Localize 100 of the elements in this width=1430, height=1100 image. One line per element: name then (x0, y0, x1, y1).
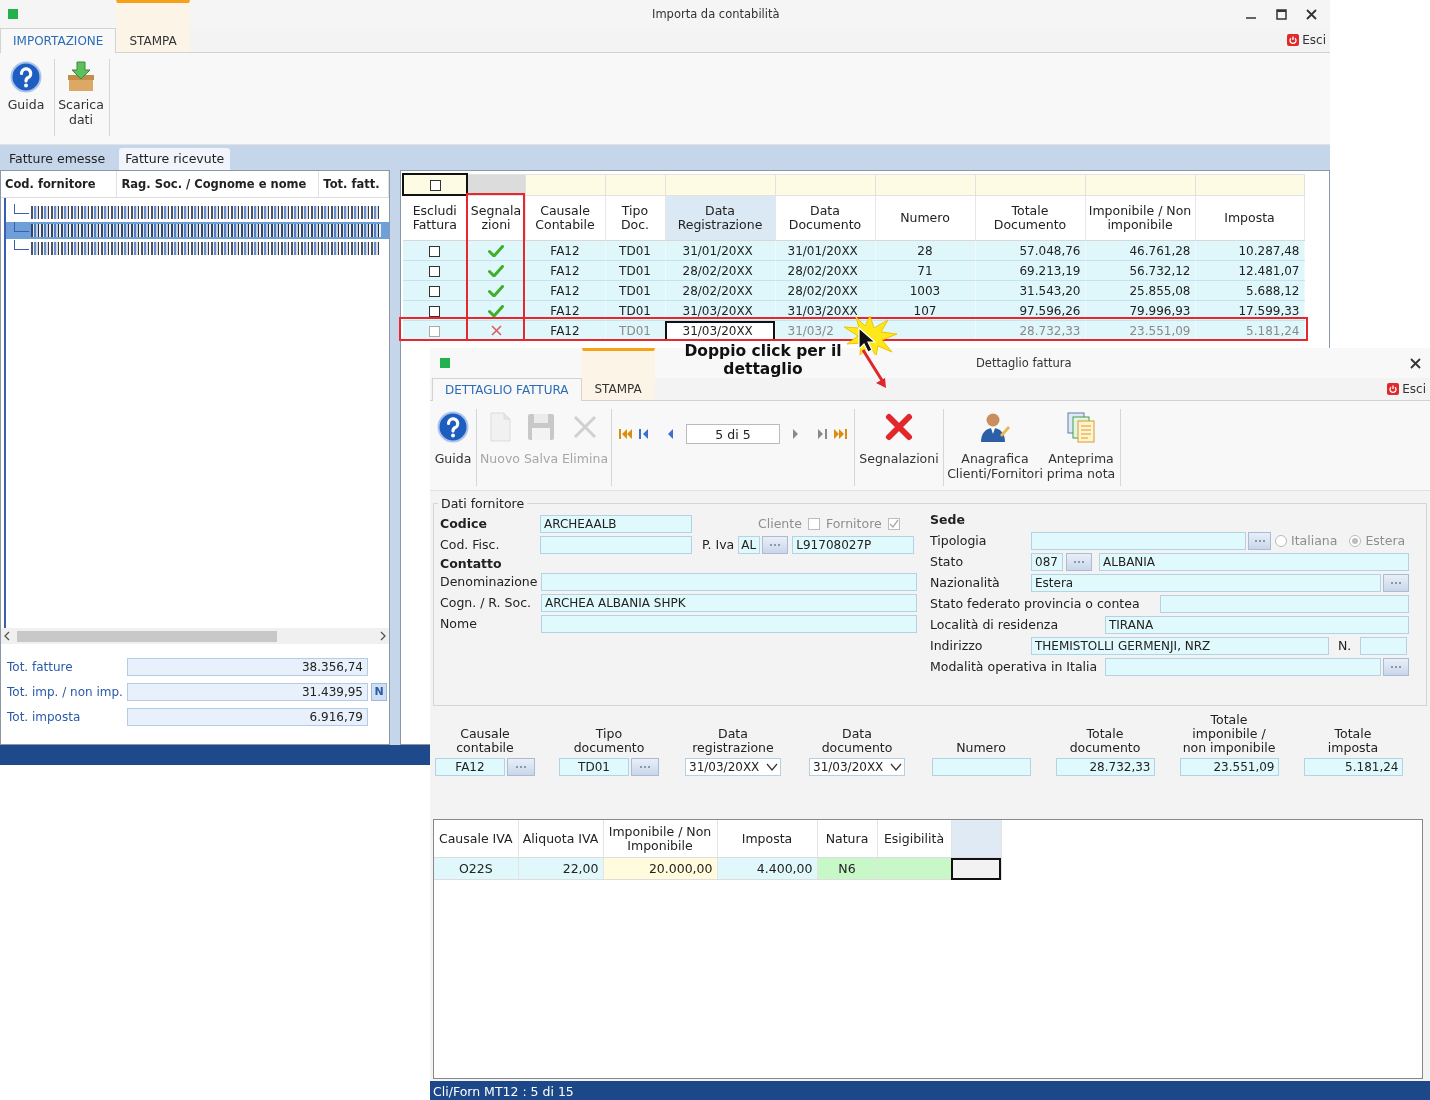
input-field[interactable] (540, 535, 692, 554)
more-button[interactable] (507, 758, 535, 776)
input-field[interactable]: ARCHEA ALBANIA SHPK (541, 593, 917, 612)
ribbon-button[interactable]: Guida (2, 59, 50, 136)
toolbar-button[interactable]: Guida (433, 409, 473, 468)
help-icon (10, 61, 42, 93)
tree-row[interactable] (6, 222, 389, 239)
toolbar-button[interactable]: Segnalazioni (858, 409, 940, 468)
input-field[interactable]: ALBANIA (1099, 552, 1409, 571)
ribbon-button[interactable]: Scarica dati (57, 59, 105, 136)
toggle-button[interactable]: N (371, 682, 387, 701)
ribbon-tab[interactable]: IMPORTAZIONE (0, 28, 117, 53)
tab[interactable]: Fatture ricevute (119, 148, 231, 170)
more-button[interactable] (1383, 657, 1409, 676)
input-field[interactable]: TIRANA (1105, 615, 1409, 634)
more-button[interactable] (631, 758, 659, 776)
maximize-icon (1275, 8, 1287, 20)
dots-icon (1253, 538, 1266, 543)
checkbox[interactable] (429, 179, 441, 191)
input-field[interactable] (541, 614, 917, 633)
toolbar-button[interactable]: Anteprima prima nota (1045, 409, 1117, 483)
input-field[interactable] (1360, 636, 1407, 655)
input-field[interactable] (1105, 657, 1381, 676)
field-label: Nazionalità (930, 575, 1001, 590)
column-header: Escludi Fattura (403, 195, 467, 241)
input-field[interactable]: AL (738, 535, 761, 554)
column-header: Imposta (1195, 195, 1304, 241)
ribbon-tab[interactable]: STAMPA (581, 348, 655, 400)
exit-button[interactable]: Esci (1385, 382, 1428, 396)
radio-label: Italiana (1291, 533, 1338, 548)
next-page-icon[interactable] (817, 429, 827, 439)
checkbox[interactable] (429, 245, 441, 257)
column-header: Data Registrazione (665, 195, 775, 241)
column-header: Totale Documento (975, 195, 1085, 241)
radio-button[interactable] (1275, 534, 1287, 547)
input-field[interactable] (931, 758, 1031, 776)
column-header: Imposta (717, 820, 817, 858)
checkbox[interactable] (807, 517, 820, 530)
date-field[interactable]: 31/03/20XX (685, 758, 781, 776)
exit-button[interactable]: Esci (1285, 33, 1328, 47)
dots-icon (1390, 580, 1402, 585)
previous-icon[interactable] (667, 429, 674, 439)
input-field[interactable]: L91708027P (792, 535, 915, 554)
column-header: Imponibile / Non imponibile (1085, 195, 1195, 241)
documents-icon (1065, 411, 1097, 443)
date-field[interactable]: 31/03/20XX (809, 758, 905, 776)
field-label: Data documento (821, 727, 893, 755)
field-label: Località di residenza (930, 617, 1060, 632)
app-icon (8, 9, 18, 19)
minimize-icon (1246, 17, 1256, 19)
input-field[interactable]: FA12 (435, 758, 505, 776)
ribbon-tab[interactable]: DETTAGLIO FATTURA (432, 378, 582, 401)
column-header: Imponibile / Non Imponibile (603, 820, 717, 858)
field-label: Totale documento (1069, 727, 1141, 755)
input-field[interactable]: 087 (1031, 552, 1063, 571)
field-label: Data registrazione (692, 727, 774, 755)
input-field[interactable] (1160, 594, 1409, 613)
tab[interactable]: Fatture emesse (3, 148, 112, 170)
input-field[interactable] (541, 572, 917, 591)
field-label: Tipo documento (572, 727, 646, 755)
input-field[interactable]: THEMISTOLLI GERMENJI, NRZ (1031, 636, 1329, 655)
toolbar-button[interactable]: Anagrafica Clienti/Fornitori (947, 409, 1043, 483)
status-bar: Cli/Forn MT12 : 5 di 15 (430, 1081, 1430, 1100)
input-field[interactable]: Estera (1031, 573, 1381, 592)
input-field[interactable] (1031, 531, 1246, 550)
more-button[interactable] (1066, 552, 1092, 571)
input-field[interactable]: TD01 (559, 758, 629, 776)
input-field[interactable]: 5.181,24 (1303, 758, 1403, 776)
checkbox[interactable] (429, 265, 441, 277)
record-field[interactable]: 5 di 5 (686, 424, 780, 444)
app-icon (440, 358, 450, 368)
previous-page-icon[interactable] (639, 429, 649, 439)
more-button[interactable] (762, 535, 789, 554)
radio-button[interactable] (1349, 534, 1362, 547)
column-header: Causale Contabile (525, 195, 605, 241)
field-label: Numero (956, 741, 1006, 755)
checkbox[interactable] (429, 325, 441, 337)
selected-cell[interactable] (951, 857, 1001, 880)
checkbox[interactable] (429, 285, 441, 297)
field-label: Cogn. / R. Soc. (440, 595, 532, 610)
checkbox[interactable] (429, 305, 441, 317)
checkbox[interactable] (887, 517, 900, 530)
person-icon (979, 411, 1011, 443)
more-button[interactable] (1248, 531, 1271, 550)
dots-icon (1073, 559, 1085, 564)
more-button[interactable] (1383, 573, 1409, 592)
last-icon[interactable] (833, 429, 847, 439)
field-label: Indirizzo (930, 638, 984, 653)
group-title: Dati fornitore (440, 497, 526, 511)
next-icon[interactable] (792, 429, 799, 439)
input-field[interactable]: 28.732,33 (1055, 758, 1155, 776)
first-icon[interactable] (619, 429, 633, 439)
column-header: Data Documento (775, 195, 875, 241)
input-field[interactable]: ARCHEAALB (540, 514, 692, 533)
ribbon-tab[interactable]: STAMPA (116, 0, 190, 52)
checkbox-label: Fornitore (825, 516, 882, 531)
input-field[interactable]: 23.551,09 (1179, 758, 1279, 776)
window-title: Dettaglio fattura (976, 356, 1072, 370)
column-header: Cod. fornitore (1, 171, 118, 197)
field-label: Totale imposta (1327, 727, 1379, 755)
